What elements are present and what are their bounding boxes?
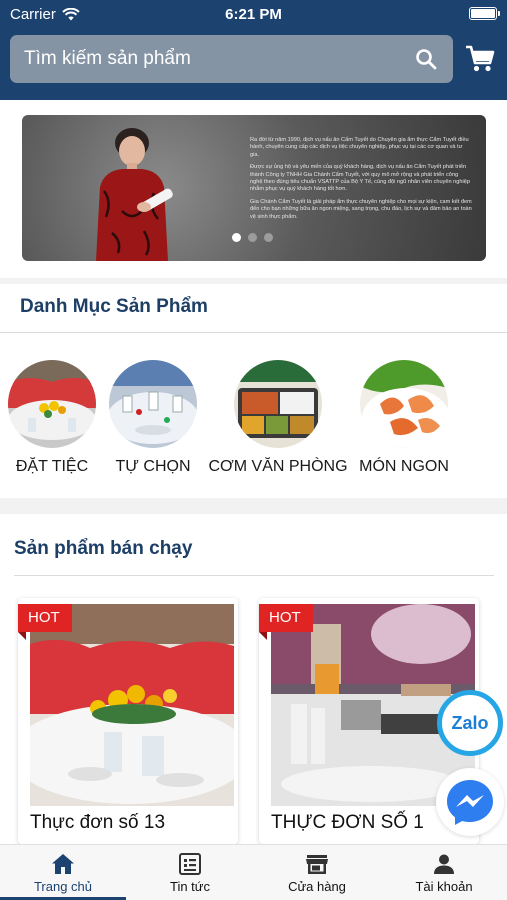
pagination-dot-2[interactable] bbox=[248, 233, 257, 242]
messenger-button[interactable] bbox=[436, 768, 504, 836]
cart-icon[interactable] bbox=[465, 45, 495, 73]
zalo-button[interactable]: Zalo bbox=[437, 690, 503, 756]
category-item-mon-ngon[interactable]: MÓN NGON bbox=[358, 360, 450, 476]
divider bbox=[0, 332, 507, 333]
product-name: Thực đơn số 13 bbox=[30, 812, 166, 833]
category-image bbox=[234, 360, 322, 448]
product-image bbox=[30, 604, 234, 806]
category-label: ĐẶT TIỆC bbox=[15, 458, 89, 475]
promo-banner[interactable]: Ra đời từ năm 1990, dịch vụ nấu ăn Cẩm T… bbox=[22, 115, 486, 261]
banner-pagination bbox=[232, 233, 273, 242]
hot-badge: HOT bbox=[18, 604, 72, 640]
tab-label: Trang chủ bbox=[33, 879, 93, 894]
product-name: THỰC ĐƠN SỐ 1 bbox=[271, 812, 424, 833]
home-icon bbox=[52, 854, 74, 874]
app-header: Carrier 6:21 PM Tìm kiếm sản phẩm bbox=[0, 0, 507, 100]
category-item-dat-tiec[interactable]: ĐẶT TIỆC bbox=[7, 360, 97, 476]
pagination-dot-1[interactable] bbox=[232, 233, 241, 242]
battery-icon bbox=[469, 7, 500, 20]
tab-label: Tin tức bbox=[169, 879, 210, 894]
bottom-tab-bar: Trang chủ Tin tức Cửa hàng Tài khoản bbox=[0, 844, 507, 900]
tab-label: Cửa hàng bbox=[288, 879, 346, 894]
banner-text: Ra đời từ năm 1990, dịch vụ nấu ăn Cẩm T… bbox=[250, 137, 472, 226]
search-icon[interactable] bbox=[415, 48, 437, 70]
category-image bbox=[8, 360, 96, 448]
category-item-tu-chon[interactable]: TỰ CHỌN bbox=[108, 360, 198, 476]
pagination-dot-3[interactable] bbox=[264, 233, 273, 242]
tab-label: Tài khoản bbox=[415, 879, 473, 894]
search-input[interactable]: Tìm kiếm sản phẩm bbox=[10, 35, 453, 83]
category-label: CƠM VĂN PHÒNG bbox=[208, 458, 348, 475]
category-image bbox=[109, 360, 197, 448]
store-icon bbox=[306, 855, 328, 874]
bestseller-section: Sản phẩm bán chạy HOT Thực đơn số 13 HOT… bbox=[0, 514, 507, 844]
banner-paragraph: Được sự ủng hộ và yêu mến của quý khách … bbox=[250, 164, 470, 193]
category-item-com-van-phong[interactable]: CƠM VĂN PHÒNG bbox=[208, 360, 348, 476]
category-section: Danh Mục Sản Phẩm ĐẶT TIỆC TỰ CHỌN CƠM V… bbox=[0, 284, 507, 498]
banner-paragraph: Ra đời từ năm 1990, dịch vụ nấu ăn Cẩm T… bbox=[250, 137, 469, 158]
bestseller-title: Sản phẩm bán chạy bbox=[14, 538, 193, 559]
hot-badge: HOT bbox=[259, 604, 313, 640]
category-label: TỰ CHỌN bbox=[115, 458, 191, 475]
tab-home[interactable]: Trang chủ bbox=[0, 845, 126, 900]
search-placeholder: Tìm kiếm sản phẩm bbox=[24, 48, 191, 69]
tab-news[interactable]: Tin tức bbox=[127, 845, 253, 900]
tab-store[interactable]: Cửa hàng bbox=[254, 845, 380, 900]
category-title: Danh Mục Sản Phẩm bbox=[20, 296, 208, 317]
banner-portrait bbox=[96, 128, 173, 261]
messenger-icon bbox=[447, 780, 493, 825]
tab-account[interactable]: Tài khoản bbox=[381, 845, 507, 900]
category-image bbox=[360, 360, 448, 448]
banner-paragraph: Gia Chánh Cẩm Tuyết là giải pháp ẩm thực… bbox=[250, 198, 472, 220]
account-icon bbox=[434, 854, 454, 874]
zalo-label: Zalo bbox=[445, 698, 495, 748]
category-label: MÓN NGON bbox=[359, 458, 449, 475]
divider bbox=[14, 575, 494, 576]
banner-section: Ra đời từ năm 1990, dịch vụ nấu ăn Cẩm T… bbox=[0, 100, 507, 278]
news-icon bbox=[179, 853, 201, 875]
status-time: 6:21 PM bbox=[225, 6, 282, 23]
product-card[interactable]: HOT Thực đơn số 13 bbox=[18, 598, 238, 844]
status-bar: Carrier 6:21 PM bbox=[0, 0, 507, 28]
